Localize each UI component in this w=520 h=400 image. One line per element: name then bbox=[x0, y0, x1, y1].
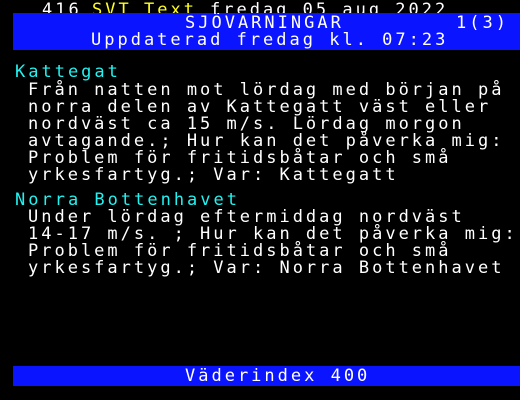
warning-line: yrkesfartyg.; Var: Norra Bottenhavet bbox=[0, 258, 520, 278]
updated-timestamp: Uppdaterad fredag kl. 07:23 bbox=[91, 30, 449, 50]
warning-text: yrkesfartyg.; Var: Norra Bottenhavet bbox=[28, 258, 505, 278]
region-heading: Kattegat bbox=[15, 62, 121, 82]
weather-index-link[interactable]: Väderindex 400 bbox=[185, 366, 370, 386]
footer-bar: Väderindex 400 bbox=[13, 366, 520, 386]
warning-line: yrkesfartyg.; Var: Kattegatt bbox=[0, 165, 520, 185]
warning-text: yrkesfartyg.; Var: Kattegatt bbox=[28, 165, 399, 185]
section-heading-kattegat: Kattegat bbox=[0, 62, 520, 82]
updated-bar: Uppdaterad fredag kl. 07:23 bbox=[13, 30, 520, 50]
